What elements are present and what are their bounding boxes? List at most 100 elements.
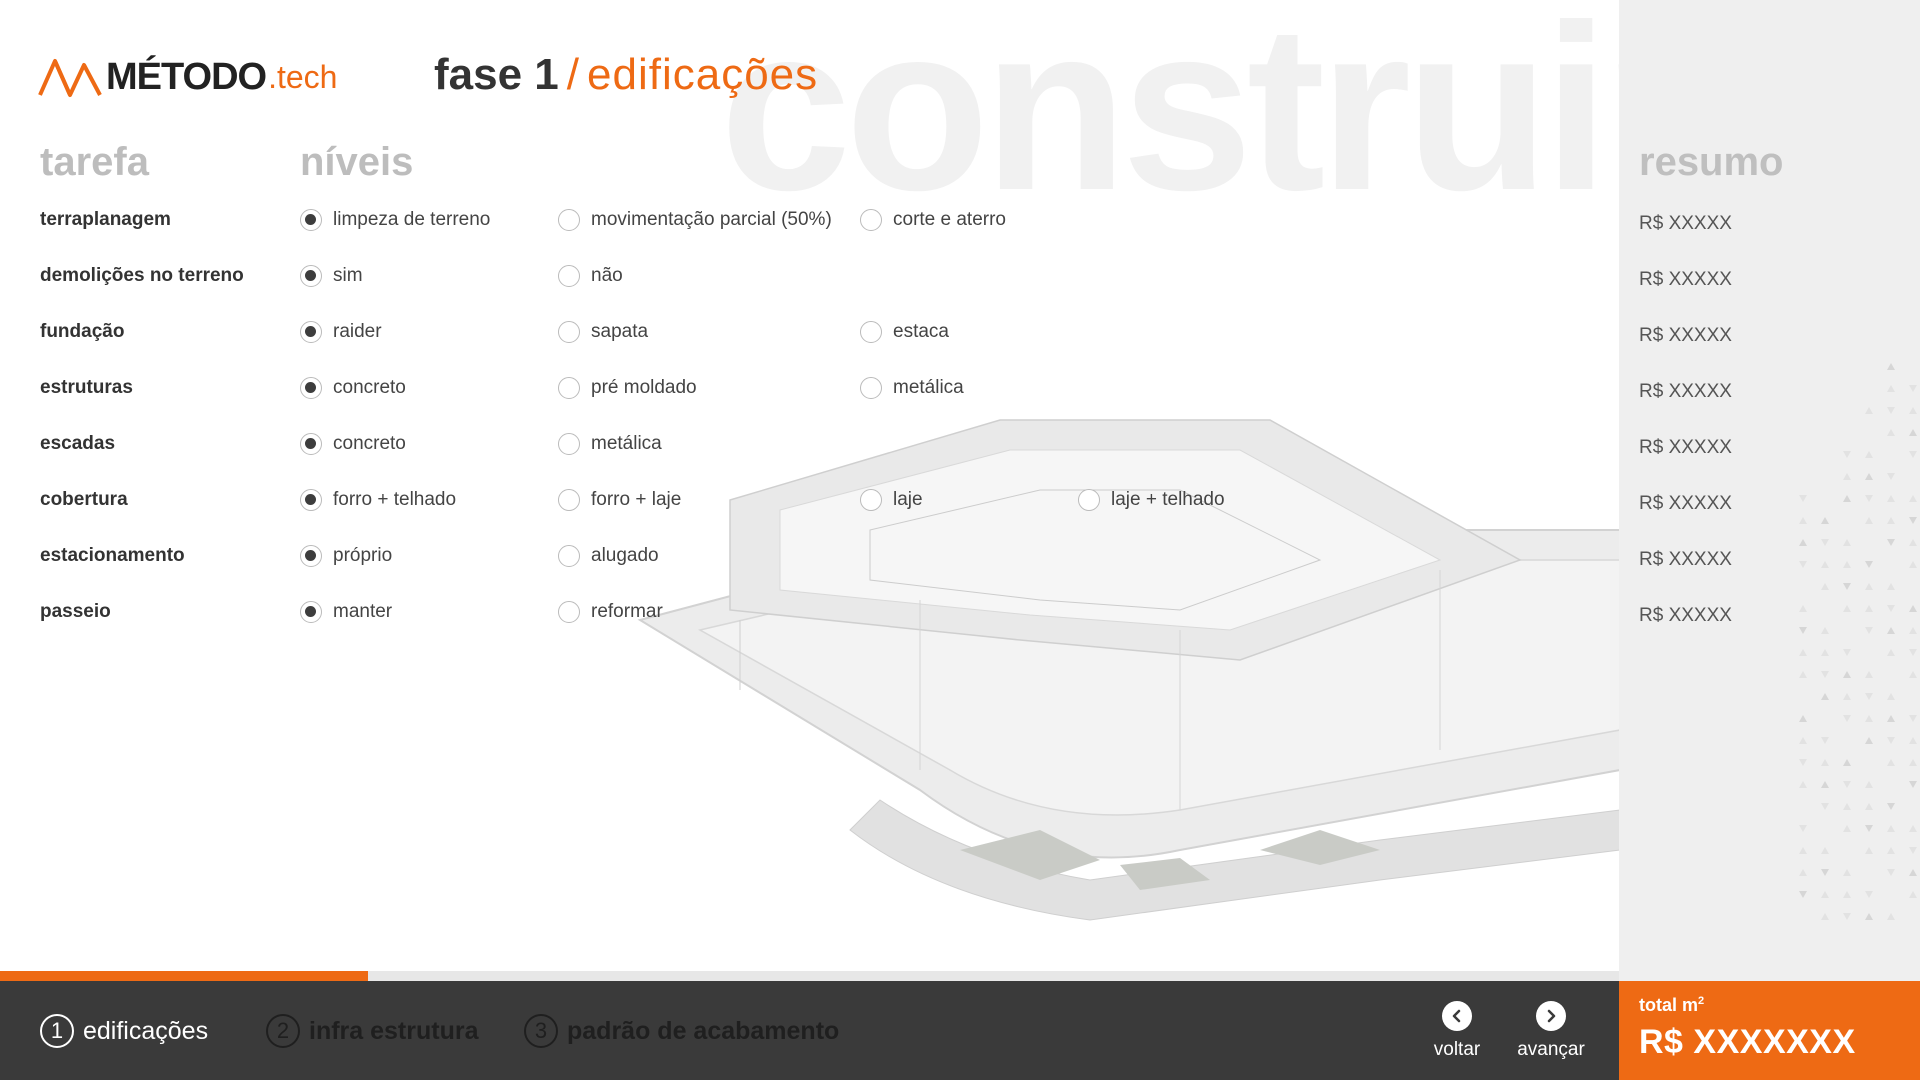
radio-option[interactable]: concreto: [300, 368, 406, 408]
radio-unchecked-icon[interactable]: [1078, 489, 1100, 511]
bottom-navigation-bar: 1 edificações 2 infra estrutura 3 padrão…: [0, 981, 1619, 1080]
pattern-triangle: [1887, 495, 1895, 502]
main-panel: construir MÉTODO .tech fase 1/edificaçõe…: [0, 0, 1619, 971]
pattern-triangle: [1909, 517, 1917, 524]
radio-checked-icon[interactable]: [300, 433, 322, 455]
radio-option[interactable]: laje: [860, 480, 923, 520]
radio-unchecked-icon[interactable]: [558, 321, 580, 343]
radio-option[interactable]: raider: [300, 312, 382, 352]
back-button-label: voltar: [1433, 1039, 1481, 1060]
radio-checked-icon[interactable]: [300, 489, 322, 511]
radio-option[interactable]: metálica: [860, 368, 964, 408]
pattern-triangle: [1887, 539, 1895, 546]
radio-option[interactable]: concreto: [300, 424, 406, 464]
radio-option[interactable]: estaca: [860, 312, 949, 352]
summary-header: resumo: [1639, 140, 1784, 184]
pattern-triangle: [1799, 781, 1807, 788]
radio-checked-icon[interactable]: [300, 601, 322, 623]
pattern-triangle: [1843, 671, 1851, 678]
pattern-triangle: [1799, 671, 1807, 678]
radio-option[interactable]: forro + laje: [558, 480, 681, 520]
radio-unchecked-icon[interactable]: [860, 209, 882, 231]
pattern-triangle: [1865, 495, 1873, 502]
pattern-triangle: [1821, 913, 1829, 920]
back-button[interactable]: voltar: [1412, 1001, 1502, 1065]
task-label: estacionamento: [40, 545, 185, 566]
pattern-triangle: [1865, 847, 1873, 854]
pattern-triangle: [1821, 627, 1829, 634]
summary-sidebar: resumo R$ XXXXX R$ XXXXX R$ XXXXX R$ XXXXX R…: [1619, 0, 1920, 981]
task-row: fundação raider sapata estaca: [0, 312, 1300, 352]
pattern-triangle: [1821, 561, 1829, 568]
radio-checked-icon[interactable]: [300, 209, 322, 231]
radio-option[interactable]: não: [558, 256, 623, 296]
task-row: terraplanagem limpeza de terreno movimenta…: [0, 200, 1300, 240]
radio-unchecked-icon[interactable]: [558, 265, 580, 287]
step-number-badge: 1: [40, 1014, 74, 1048]
pattern-triangle: [1799, 759, 1807, 766]
progress-bar-fill: [0, 971, 369, 981]
radio-option-label: estaca: [893, 321, 949, 342]
radio-option[interactable]: alugado: [558, 536, 659, 576]
pattern-triangle: [1843, 913, 1851, 920]
chevron-right-icon: [1536, 1001, 1566, 1031]
radio-option[interactable]: próprio: [300, 536, 392, 576]
logo-mark-icon: [38, 59, 102, 97]
radio-option-label: pré moldado: [591, 377, 697, 398]
radio-checked-icon[interactable]: [300, 377, 322, 399]
step-1-edificacoes[interactable]: 1 edificações: [40, 1011, 208, 1051]
radio-option[interactable]: movimentação parcial (50%): [558, 200, 832, 240]
radio-unchecked-icon[interactable]: [558, 489, 580, 511]
radio-unchecked-icon[interactable]: [558, 601, 580, 623]
phase-section-name: edificações: [587, 50, 819, 99]
radio-unchecked-icon[interactable]: [860, 377, 882, 399]
radio-option-label: forro + telhado: [333, 489, 457, 510]
radio-unchecked-icon[interactable]: [558, 545, 580, 567]
radio-option[interactable]: pré moldado: [558, 368, 697, 408]
pattern-triangle: [1909, 847, 1917, 854]
radio-option[interactable]: limpeza de terreno: [300, 200, 490, 240]
radio-checked-icon[interactable]: [300, 545, 322, 567]
pattern-triangle: [1865, 451, 1873, 458]
step-2-infra-estrutura[interactable]: 2 infra estrutura: [266, 1011, 478, 1051]
radio-option-label: reformar: [591, 601, 663, 622]
radio-option[interactable]: reformar: [558, 592, 663, 632]
radio-option[interactable]: manter: [300, 592, 392, 632]
pattern-triangle: [1843, 495, 1851, 502]
radio-option[interactable]: sim: [300, 256, 363, 296]
pattern-triangle: [1887, 759, 1895, 766]
radio-option-label: laje: [893, 489, 923, 510]
pattern-triangle: [1909, 781, 1917, 788]
pattern-triangle: [1865, 803, 1873, 810]
step-3-padrao-de-acabamento[interactable]: 3 padrão de acabamento: [524, 1011, 839, 1051]
pattern-triangle: [1821, 539, 1829, 546]
radio-unchecked-icon[interactable]: [558, 209, 580, 231]
pattern-triangle: [1821, 781, 1829, 788]
pattern-triangle: [1799, 869, 1807, 876]
radio-option[interactable]: metálica: [558, 424, 662, 464]
pattern-triangle: [1865, 825, 1873, 832]
radio-option[interactable]: laje + telhado: [1078, 480, 1225, 520]
pattern-triangle: [1865, 737, 1873, 744]
radio-checked-icon[interactable]: [300, 321, 322, 343]
radio-unchecked-icon[interactable]: [860, 321, 882, 343]
pattern-triangle: [1865, 561, 1873, 568]
pattern-triangle: [1909, 429, 1917, 436]
pattern-triangle: [1799, 561, 1807, 568]
pattern-triangle: [1887, 517, 1895, 524]
pattern-triangle: [1887, 715, 1895, 722]
radio-unchecked-icon[interactable]: [860, 489, 882, 511]
pattern-triangle: [1887, 649, 1895, 656]
radio-checked-icon[interactable]: [300, 265, 322, 287]
radio-unchecked-icon[interactable]: [558, 377, 580, 399]
radio-option[interactable]: sapata: [558, 312, 648, 352]
radio-unchecked-icon[interactable]: [558, 433, 580, 455]
task-row: estruturas concreto pré moldado metálica: [0, 368, 1300, 408]
pattern-triangle: [1843, 539, 1851, 546]
summary-price: R$ XXXXX: [1639, 437, 1732, 458]
radio-option[interactable]: forro + telhado: [300, 480, 456, 520]
pattern-triangle: [1909, 451, 1917, 458]
next-button[interactable]: avançar: [1506, 1001, 1596, 1065]
radio-option[interactable]: corte e aterro: [860, 200, 1006, 240]
pattern-triangle: [1909, 561, 1917, 568]
